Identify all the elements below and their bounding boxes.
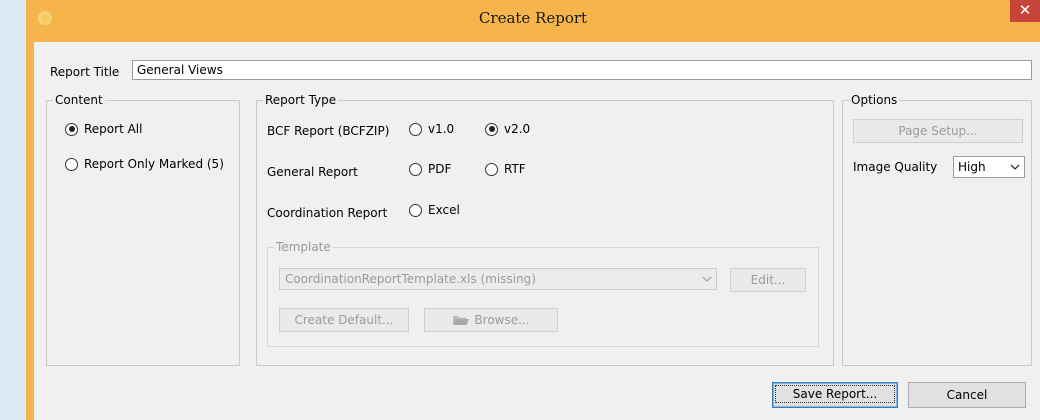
report-only-marked-label: Report Only Marked (5): [84, 157, 224, 171]
radio-indicator: [409, 203, 422, 217]
report-type-group-title: Report Type: [263, 93, 339, 107]
report-all-label: Report All: [84, 122, 143, 136]
radio-indicator: [65, 122, 78, 136]
general-report-label: General Report: [267, 165, 358, 179]
bcf-report-label: BCF Report (BCFZIP): [267, 124, 390, 138]
template-group-title: Template: [274, 240, 333, 254]
image-quality-select[interactable]: High: [953, 156, 1025, 178]
content-group-title: Content: [53, 93, 105, 107]
chevron-down-icon: [698, 274, 716, 285]
browse-label: Browse...: [474, 313, 530, 327]
folder-icon: [453, 316, 470, 325]
image-quality-value: High: [958, 160, 986, 174]
template-select-value: CoordinationReportTemplate.xls (missing): [285, 272, 536, 286]
image-quality-label: Image Quality: [853, 160, 938, 174]
excel-label: Excel: [428, 203, 460, 217]
report-type-group: Report Type BCF Report (BCFZIP) v1.0 v2.…: [256, 93, 834, 366]
cancel-button[interactable]: Cancel: [908, 382, 1026, 408]
rtf-label: RTF: [504, 162, 526, 176]
report-title-input[interactable]: General Views: [132, 60, 1032, 80]
coordination-report-label: Coordination Report: [267, 206, 388, 220]
radio-indicator: [485, 122, 498, 136]
report-title-label: Report Title: [50, 65, 120, 79]
pdf-radio[interactable]: PDF: [409, 162, 451, 176]
title-bar[interactable]: Create Report ✕: [26, 0, 1040, 36]
rtf-radio[interactable]: RTF: [485, 162, 526, 176]
bcf-v2-radio[interactable]: v2.0: [485, 122, 530, 136]
create-report-dialog: Create Report ✕ Report Title General Vie…: [26, 0, 1040, 420]
dialog-title: Create Report: [478, 9, 588, 27]
content-group: Content Report All Report Only Marked (5…: [46, 93, 240, 366]
bcf-v1-radio[interactable]: v1.0: [409, 122, 454, 136]
report-all-radio[interactable]: Report All: [65, 122, 142, 136]
report-only-marked-radio[interactable]: Report Only Marked (5): [65, 157, 224, 171]
template-group: Template CoordinationReportTemplate.xls …: [267, 240, 819, 347]
options-group: Options Page Setup... Image Quality High: [842, 93, 1032, 366]
dialog-body: Report Title General Views Content Repor…: [34, 42, 1040, 420]
close-button[interactable]: ✕: [1010, 0, 1040, 22]
template-select[interactable]: CoordinationReportTemplate.xls (missing): [279, 268, 717, 290]
save-report-label: Save Report...: [775, 385, 895, 403]
radio-indicator: [409, 162, 422, 176]
radio-indicator: [409, 122, 422, 136]
edit-template-button[interactable]: Edit...: [730, 268, 806, 292]
close-icon: ✕: [1018, 1, 1032, 19]
radio-indicator: [485, 162, 498, 176]
radio-indicator: [65, 157, 78, 171]
create-default-button[interactable]: Create Default...: [279, 308, 409, 332]
excel-radio[interactable]: Excel: [409, 203, 460, 217]
chevron-down-icon: [1006, 162, 1024, 173]
save-report-button[interactable]: Save Report...: [772, 382, 898, 408]
browse-button[interactable]: Browse...: [424, 308, 558, 332]
page-setup-button[interactable]: Page Setup...: [853, 119, 1023, 143]
desktop-background: { "dialog": { "title": "Create Report", …: [0, 0, 1040, 420]
bcf-v1-label: v1.0: [428, 122, 455, 136]
bcf-v2-label: v2.0: [504, 122, 531, 136]
pdf-label: PDF: [428, 162, 452, 176]
options-group-title: Options: [849, 93, 900, 107]
